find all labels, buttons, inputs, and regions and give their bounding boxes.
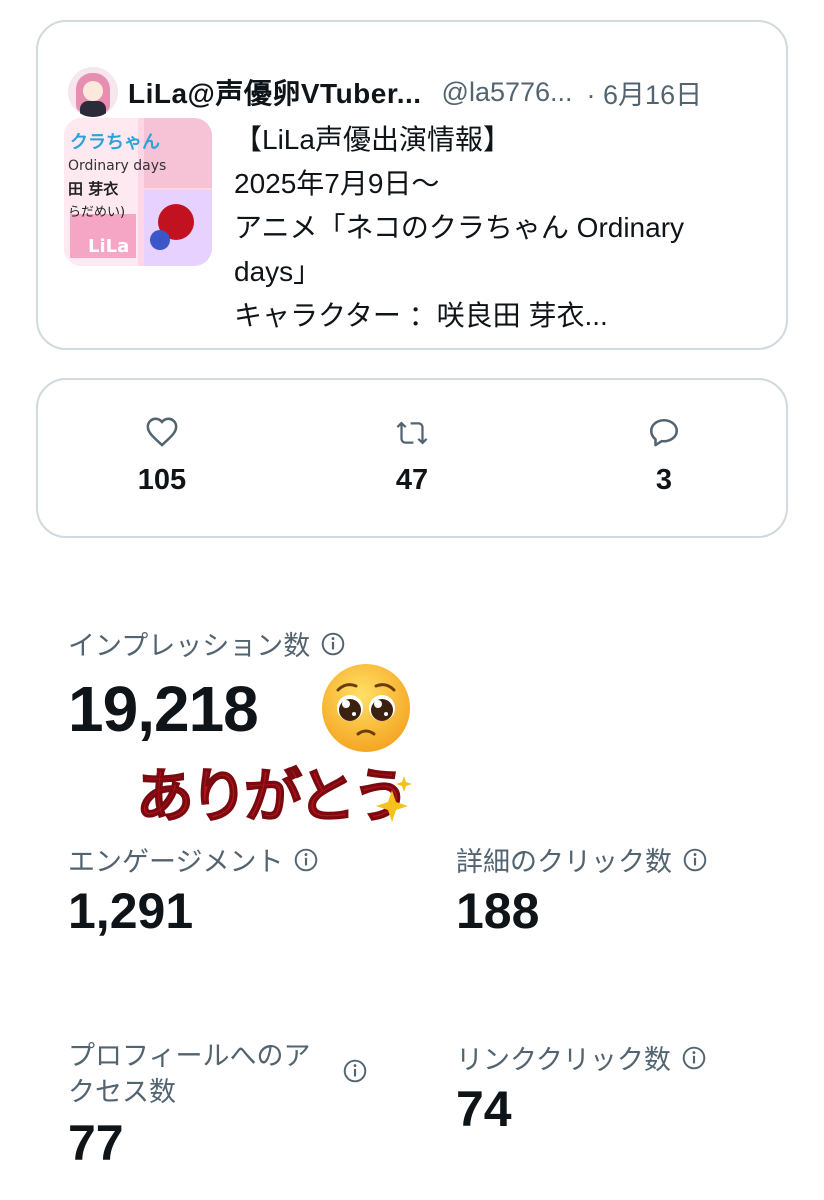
info-icon[interactable]: [682, 847, 708, 873]
heart-icon: [146, 417, 178, 447]
impressions-label-row: インプレッション数: [68, 624, 346, 663]
link-clicks-label: リンククリック数: [456, 1045, 671, 1075]
thumbnail-name: 田 芽衣: [68, 180, 118, 198]
link-clicks-label-row: リンククリック数: [456, 1038, 707, 1077]
tweet-header: LiLa@声優卵VTuber... @la5776... · 6月16日: [68, 66, 768, 118]
arigato-text: ありがとう: [136, 762, 406, 830]
thumbnail-banner: クラちゃん: [70, 132, 160, 153]
tweet-text[interactable]: 【LiLa声優出演情報】 2025年7月9日〜 アニメ「ネコのクラちゃん Ord…: [234, 118, 774, 338]
like-count: 105: [137, 464, 187, 496]
thumbnail-image: クラちゃん Ordinary days 田 芽衣 らだめい) LiLa: [64, 118, 212, 266]
retweet-button[interactable]: 47: [352, 416, 472, 497]
engagement-label-row: エンゲージメント: [68, 840, 319, 879]
link-clicks-value: 74: [456, 1081, 512, 1137]
reply-button[interactable]: 3: [604, 416, 724, 497]
pleading-face-emoji: [322, 664, 410, 752]
author-name[interactable]: LiLa@声優卵VTuber...: [128, 72, 422, 112]
profile-access-label: プロフィールへのア クセス数: [68, 1038, 368, 1110]
tweet-date[interactable]: · 6月16日: [587, 73, 703, 112]
author-handle[interactable]: @la5776...: [442, 77, 573, 108]
tweet-thumbnail[interactable]: クラちゃん Ordinary days 田 芽衣 らだめい) LiLa: [64, 118, 212, 266]
info-icon[interactable]: [293, 847, 319, 873]
tweet-text-line: アニメ「ネコのクラちゃん Ordinary: [234, 212, 685, 243]
profile-access-value: 77: [68, 1115, 124, 1171]
detail-clicks-label: 詳細のクリック数: [456, 847, 672, 877]
arigato-sticker: ありがとう: [135, 761, 412, 831]
info-icon[interactable]: [342, 1058, 368, 1084]
tweet-text-line: 【LiLa声優出演情報】: [234, 124, 511, 155]
quoted-tweet-card[interactable]: LiLa@声優卵VTuber... @la5776... · 6月16日 クラち…: [36, 20, 788, 350]
profile-access-label-line: プロフィールへのア: [68, 1041, 311, 1071]
detail-clicks-label-row: 詳細のクリック数: [456, 840, 708, 879]
speech-bubble-icon: [649, 418, 679, 447]
reply-count: 3: [655, 464, 673, 496]
avatar[interactable]: [68, 67, 118, 117]
tweet-text-line: キャラクター ：咲良田 芽衣...: [234, 300, 608, 331]
retweet-icon: [396, 421, 428, 445]
thumbnail-subtitle: Ordinary days: [68, 158, 166, 174]
like-button[interactable]: 105: [102, 416, 222, 497]
engagement-label: エンゲージメント: [68, 847, 284, 877]
detail-clicks-value: 188: [456, 883, 540, 939]
tweet-text-line: 2025年7月9日〜: [234, 168, 440, 199]
engagement-value: 1,291: [68, 883, 194, 939]
thumbnail-signature: LiLa: [88, 236, 129, 257]
retweet-count: 47: [395, 464, 429, 496]
tweet-text-line: days」: [234, 256, 322, 287]
profile-access-label-line: クセス数: [68, 1077, 176, 1107]
thumbnail-reading: らだめい): [68, 205, 125, 220]
engagement-card: 105 47 3: [36, 378, 788, 538]
info-icon[interactable]: [681, 1045, 707, 1071]
impressions-label: インプレッション数: [68, 631, 311, 661]
impressions-value: 19,218: [68, 673, 259, 745]
info-icon[interactable]: [320, 631, 346, 657]
